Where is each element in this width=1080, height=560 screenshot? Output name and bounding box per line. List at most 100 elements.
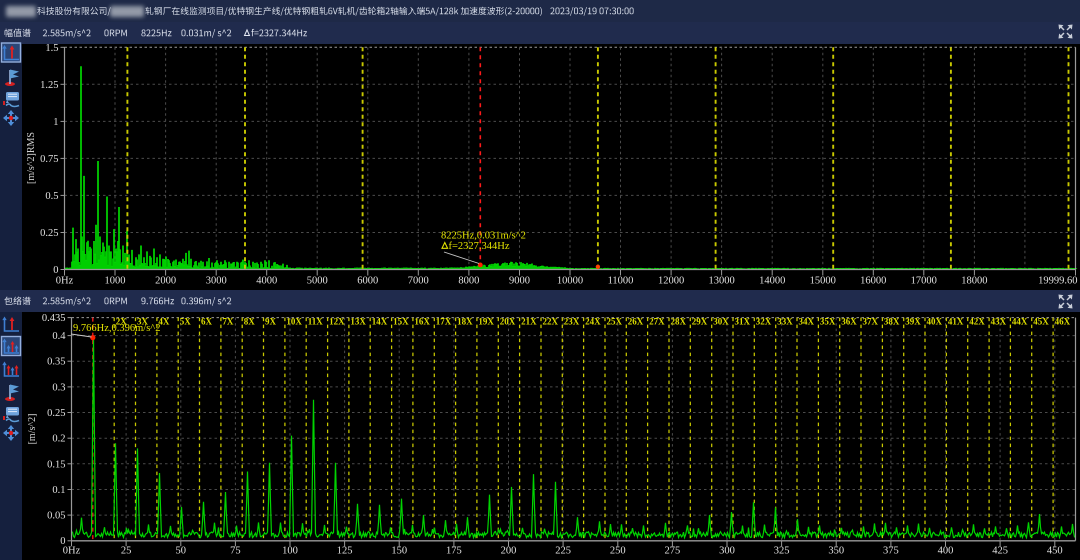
svg-text:37X: 37X — [863, 317, 879, 327]
svg-text:36X: 36X — [841, 317, 857, 327]
svg-text:19999.60: 19999.60 — [1038, 276, 1077, 287]
svg-text:1: 1 — [53, 117, 58, 128]
svg-text:11000: 11000 — [608, 276, 634, 287]
svg-text:25: 25 — [121, 546, 132, 557]
svg-text:18X: 18X — [457, 317, 473, 327]
svg-text:0.35: 0.35 — [47, 357, 65, 368]
svg-text:1.5: 1.5 — [45, 43, 58, 54]
svg-text:0.1: 0.1 — [52, 485, 65, 496]
svg-text:17X: 17X — [436, 317, 452, 327]
svg-text:8225Hz,0.031m/s^2: 8225Hz,0.031m/s^2 — [441, 231, 526, 242]
svg-text:46X: 46X — [1055, 317, 1071, 327]
svg-text:44X: 44X — [1012, 317, 1028, 327]
svg-text:9.766Hz,0.396m/s^2: 9.766Hz,0.396m/s^2 — [73, 323, 160, 334]
svg-text:4000: 4000 — [256, 276, 277, 287]
svg-text:14000: 14000 — [759, 276, 785, 287]
svg-text:300: 300 — [719, 546, 735, 557]
svg-text:15000: 15000 — [810, 276, 836, 287]
svg-text:16X: 16X — [414, 317, 430, 327]
svg-text:0.5: 0.5 — [45, 191, 58, 202]
svg-text:40X: 40X — [927, 317, 943, 327]
svg-text:9X: 9X — [265, 317, 277, 327]
svg-text:0.25: 0.25 — [40, 228, 58, 239]
svg-text:16000: 16000 — [860, 276, 886, 287]
svg-text:25X: 25X — [607, 317, 623, 327]
svg-text:0.05: 0.05 — [47, 511, 65, 522]
svg-text:10000: 10000 — [557, 276, 583, 287]
svg-text:275: 275 — [665, 546, 681, 557]
svg-text:f=2327.344Hz: f=2327.344Hz — [449, 241, 510, 252]
svg-text:39X: 39X — [905, 317, 921, 327]
svg-text:0.3: 0.3 — [52, 382, 65, 393]
svg-text:11X: 11X — [308, 317, 324, 327]
svg-text:12000: 12000 — [658, 276, 684, 287]
svg-text:350: 350 — [828, 546, 844, 557]
svg-text:[m/s^2]RMS: [m/s^2]RMS — [26, 132, 37, 184]
svg-text:5X: 5X — [180, 317, 192, 327]
svg-text:41X: 41X — [948, 317, 964, 327]
svg-text:32X: 32X — [756, 317, 772, 327]
svg-text:33X: 33X — [777, 317, 793, 327]
svg-text:5000: 5000 — [307, 276, 328, 287]
svg-text:150: 150 — [391, 546, 407, 557]
svg-text:450: 450 — [1047, 546, 1063, 557]
svg-text:0: 0 — [60, 536, 65, 547]
svg-text:45X: 45X — [1033, 317, 1049, 327]
svg-text:28X: 28X — [671, 317, 687, 327]
svg-text:21X: 21X — [521, 317, 537, 327]
svg-text:175: 175 — [446, 546, 462, 557]
svg-text:375: 375 — [883, 546, 899, 557]
svg-text:8X: 8X — [244, 317, 256, 327]
svg-text:400: 400 — [938, 546, 954, 557]
svg-text:425: 425 — [992, 546, 1008, 557]
svg-text:0.25: 0.25 — [47, 408, 65, 419]
svg-text:1.25: 1.25 — [40, 80, 58, 91]
svg-text:27X: 27X — [649, 317, 665, 327]
svg-text:31X: 31X — [735, 317, 751, 327]
svg-text:50: 50 — [176, 546, 187, 557]
svg-text:200: 200 — [501, 546, 517, 557]
svg-text:7X: 7X — [222, 317, 234, 327]
svg-text:6000: 6000 — [357, 276, 378, 287]
svg-text:325: 325 — [774, 546, 790, 557]
svg-text:6X: 6X — [201, 317, 213, 327]
svg-text:43X: 43X — [991, 317, 1007, 327]
svg-text:250: 250 — [610, 546, 626, 557]
svg-text:0.75: 0.75 — [40, 154, 58, 165]
svg-text:0: 0 — [53, 265, 58, 276]
svg-text:0Hz: 0Hz — [56, 276, 74, 287]
svg-text:0.2: 0.2 — [52, 434, 65, 445]
svg-text:18000: 18000 — [961, 276, 987, 287]
svg-text:22X: 22X — [543, 317, 559, 327]
svg-text:34X: 34X — [799, 317, 815, 327]
svg-text:75: 75 — [230, 546, 241, 557]
svg-text:9000: 9000 — [509, 276, 530, 287]
svg-text:30X: 30X — [713, 317, 729, 327]
svg-text:125: 125 — [337, 546, 353, 557]
svg-text:3000: 3000 — [206, 276, 227, 287]
svg-text:0.15: 0.15 — [47, 459, 65, 470]
svg-text:2000: 2000 — [155, 276, 176, 287]
svg-text:42X: 42X — [969, 317, 985, 327]
svg-text:1000: 1000 — [105, 276, 126, 287]
svg-text:23X: 23X — [564, 317, 580, 327]
svg-text:225: 225 — [555, 546, 571, 557]
svg-text:14X: 14X — [372, 317, 388, 327]
svg-text:10X: 10X — [286, 317, 302, 327]
svg-text:7000: 7000 — [408, 276, 429, 287]
svg-text:8000: 8000 — [458, 276, 479, 287]
svg-text:29X: 29X — [692, 317, 708, 327]
svg-text:12X: 12X — [329, 317, 345, 327]
svg-text:26X: 26X — [628, 317, 644, 327]
svg-text:[m/s^2]: [m/s^2] — [27, 414, 38, 445]
svg-text:24X: 24X — [585, 317, 601, 327]
svg-text:0.4: 0.4 — [52, 331, 66, 342]
svg-text:35X: 35X — [820, 317, 836, 327]
svg-text:17000: 17000 — [911, 276, 937, 287]
svg-text:20X: 20X — [500, 317, 516, 327]
svg-text:13000: 13000 — [708, 276, 734, 287]
svg-text:100: 100 — [282, 546, 298, 557]
svg-text:38X: 38X — [884, 317, 900, 327]
svg-text:0.435: 0.435 — [42, 313, 66, 324]
svg-text:13X: 13X — [350, 317, 366, 327]
